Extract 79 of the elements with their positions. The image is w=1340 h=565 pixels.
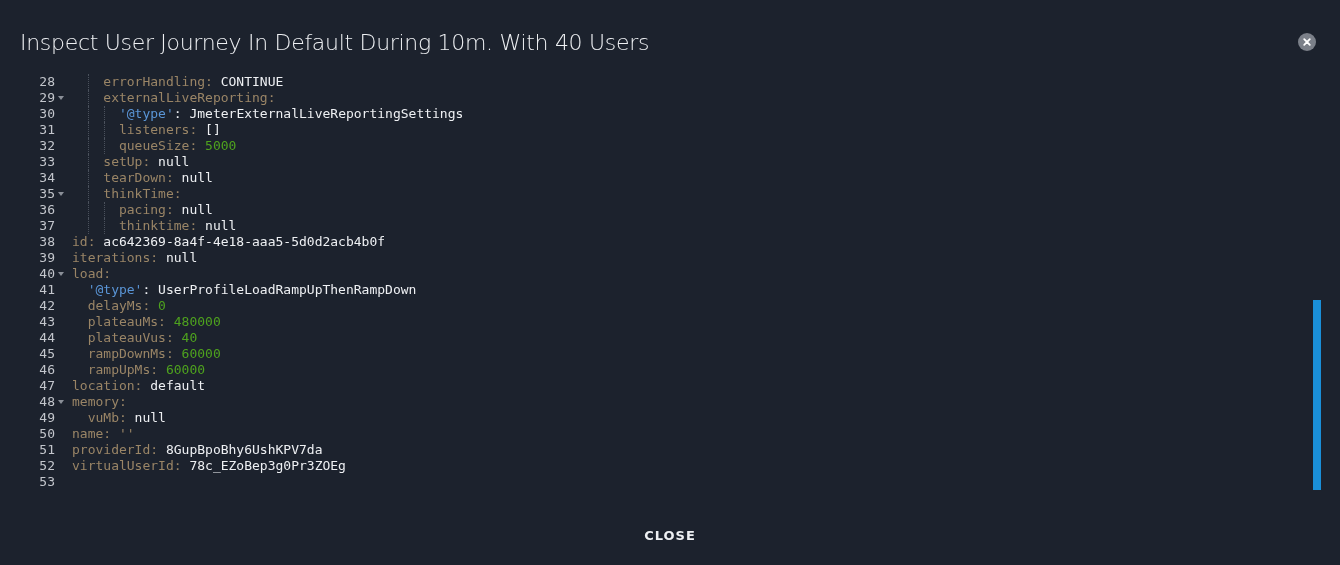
- code-key: thinktime:: [118, 218, 198, 234]
- line-number: 42: [38, 298, 55, 314]
- code-value: null: [180, 202, 213, 218]
- code-value: null: [204, 218, 237, 234]
- code-value: []: [204, 122, 221, 138]
- code-key: rampUpMs:: [87, 362, 159, 378]
- code-type-key: '@type': [118, 106, 174, 122]
- scrollbar-thumb[interactable]: [1313, 300, 1321, 490]
- code-key: load:: [72, 266, 112, 282]
- code-number: 40: [180, 330, 198, 346]
- code-value: : JmeterExternalLiveReportingSettings: [173, 106, 464, 122]
- code-key: delayMs:: [87, 298, 151, 314]
- code-value: : UserProfileLoadRampUpThenRampDown: [142, 282, 417, 298]
- code-key: thinkTime:: [103, 186, 182, 202]
- code-value: 78c_EZoBep3g0Pr3ZOEg: [188, 458, 346, 474]
- code-key: tearDown:: [103, 170, 174, 186]
- line-number: 29: [38, 90, 55, 106]
- line-number: 46: [38, 362, 55, 378]
- line-number: 36: [38, 202, 55, 218]
- code-number: 480000: [172, 314, 221, 330]
- code-value: CONTINUE: [219, 74, 284, 90]
- code-type-key: '@type': [87, 282, 143, 298]
- code-key: id:: [72, 234, 96, 250]
- code-value: null: [164, 250, 198, 266]
- code-key: iterations:: [72, 250, 159, 266]
- line-number: 41: [38, 282, 55, 298]
- code-key: memory:: [72, 394, 127, 410]
- line-number: 28: [38, 74, 55, 90]
- line-number: 32: [38, 138, 55, 154]
- line-number: 44: [38, 330, 55, 346]
- line-number: 31: [38, 122, 55, 138]
- code-key: pacing:: [118, 202, 174, 218]
- line-number: 40: [38, 266, 55, 282]
- line-number: 43: [38, 314, 55, 330]
- dialog-title: Inspect User Journey In Default During 10m. With 40 Users: [20, 29, 650, 55]
- code-key: plateauMs:: [87, 314, 166, 330]
- line-number: 53: [38, 474, 55, 490]
- line-number: 34: [38, 170, 55, 186]
- code-number: 60000: [180, 346, 221, 362]
- code-key: plateauVus:: [87, 330, 174, 346]
- line-number: 48: [38, 394, 55, 410]
- code-key: name: '': [72, 426, 135, 442]
- line-number: 50: [38, 426, 55, 442]
- close-icon[interactable]: [1298, 33, 1316, 51]
- code-value: null: [133, 410, 166, 426]
- code-number: 5000: [204, 138, 237, 154]
- fold-caret-icon[interactable]: [58, 192, 64, 196]
- line-number: 47: [38, 378, 55, 394]
- code-value: null: [157, 154, 190, 170]
- close-button[interactable]: CLOSE: [632, 520, 708, 551]
- code-key: location:: [72, 378, 143, 394]
- line-number: 35: [38, 186, 55, 202]
- line-number: 30: [38, 106, 55, 122]
- fold-caret-icon[interactable]: [58, 96, 64, 100]
- line-number: 39: [38, 250, 55, 266]
- code-key: virtualUserId:: [72, 458, 182, 474]
- code-value: default: [149, 378, 206, 394]
- code-key: setUp:: [103, 154, 151, 170]
- line-number: 33: [38, 154, 55, 170]
- line-number: 52: [38, 458, 55, 474]
- code-value: null: [180, 170, 213, 186]
- code-key: listeners:: [118, 122, 198, 138]
- code-key: errorHandling:: [103, 74, 213, 90]
- line-number: 37: [38, 218, 55, 234]
- code-key: queueSize:: [118, 138, 198, 154]
- code-value: 8GupBpoBhy6UshKPV7da: [164, 442, 323, 458]
- code-key: rampDownMs:: [87, 346, 174, 362]
- code-key: providerId:: [72, 442, 159, 458]
- fold-caret-icon[interactable]: [58, 272, 64, 276]
- code-value: ac642369-8a4f-4e18-aaa5-5d0d2acb4b0f: [102, 234, 386, 250]
- code-key: vuMb:: [87, 410, 127, 426]
- code-key: externalLiveReporting:: [103, 90, 276, 106]
- line-number: 38: [38, 234, 55, 250]
- line-number: 51: [38, 442, 55, 458]
- line-number: 49: [38, 410, 55, 426]
- fold-caret-icon[interactable]: [58, 400, 64, 404]
- line-number: 45: [38, 346, 55, 362]
- code-number: 60000: [164, 362, 206, 378]
- code-number: 0: [157, 298, 166, 314]
